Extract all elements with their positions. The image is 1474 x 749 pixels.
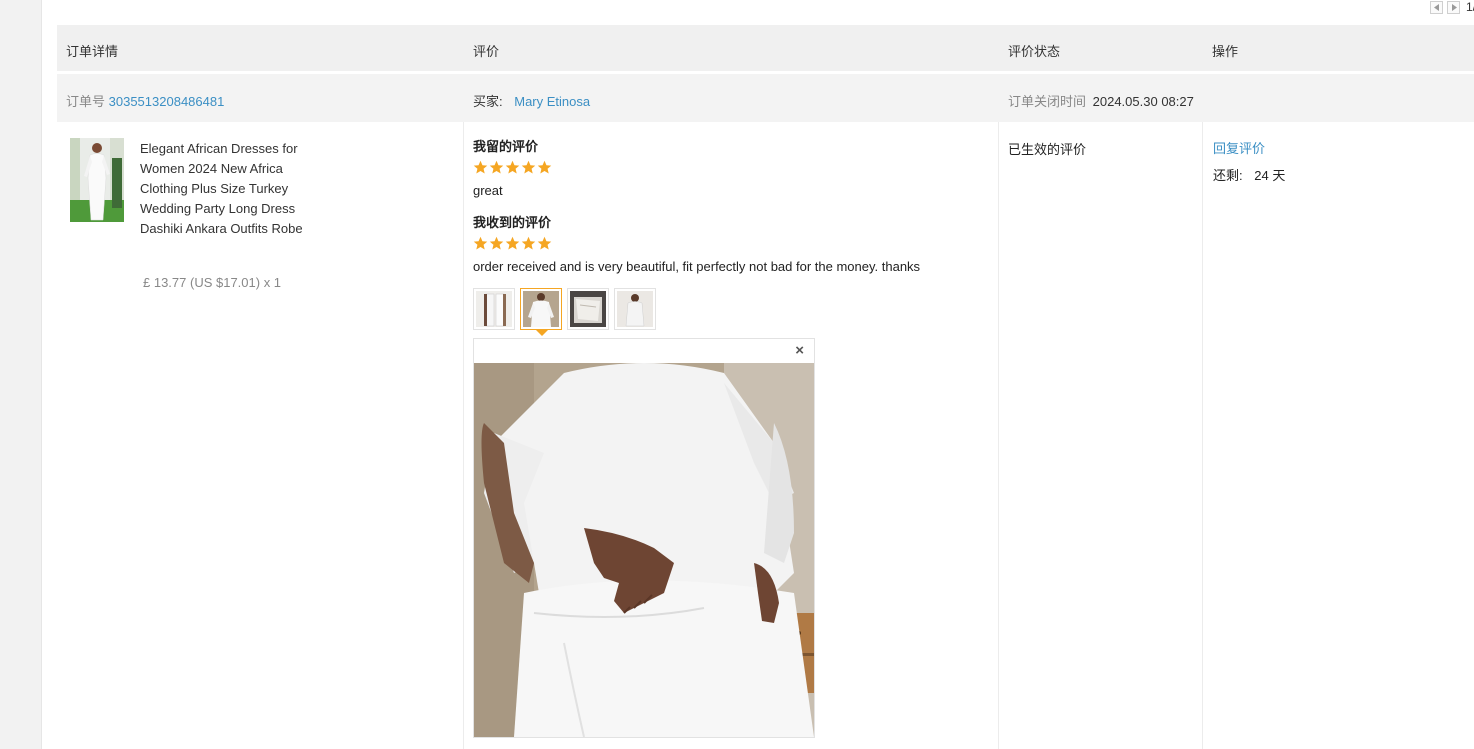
received-review-stars bbox=[473, 236, 993, 252]
star-icon bbox=[505, 160, 520, 174]
review-photo-thumb[interactable] bbox=[473, 288, 515, 330]
remaining-label: 还剩: bbox=[1213, 168, 1243, 183]
prev-page-icon[interactable] bbox=[1430, 0, 1443, 14]
buyer-name-link[interactable]: Mary Etinosa bbox=[514, 94, 590, 109]
review-photo-thumb[interactable] bbox=[614, 288, 656, 330]
reply-review-link[interactable]: 回复评价 bbox=[1213, 138, 1265, 157]
review-section: 我留的评价 great 我收到的评价 order received and is… bbox=[473, 136, 993, 274]
left-gutter bbox=[0, 0, 42, 749]
column-divider bbox=[1202, 122, 1203, 749]
star-icon bbox=[537, 160, 552, 174]
column-divider bbox=[998, 122, 999, 749]
pager: 1/ bbox=[1430, 0, 1474, 14]
star-icon bbox=[489, 236, 504, 250]
close-icon[interactable]: × bbox=[795, 343, 804, 358]
closed-time-group: 订单关闭时间 2024.05.30 08:27 bbox=[1008, 91, 1194, 110]
review-photo-thumb[interactable] bbox=[567, 288, 609, 330]
order-info-row: 订单号 3035513208486481 买家: Mary Etinosa 订单… bbox=[57, 74, 1474, 122]
product-thumbnail[interactable] bbox=[70, 138, 124, 222]
closed-time-label: 订单关闭时间 bbox=[1008, 94, 1087, 109]
header-review: 评价 bbox=[473, 44, 500, 59]
closed-time-value: 2024.05.30 08:27 bbox=[1092, 94, 1194, 109]
review-photo-strip bbox=[473, 288, 656, 330]
remaining-value: 24 天 bbox=[1254, 168, 1286, 183]
star-icon bbox=[489, 160, 504, 174]
star-icon bbox=[521, 236, 536, 250]
next-page-icon[interactable] bbox=[1447, 0, 1460, 14]
photo-viewer-toolbar: × bbox=[474, 339, 814, 363]
my-review-stars bbox=[473, 160, 993, 176]
order-number-link[interactable]: 3035513208486481 bbox=[109, 94, 225, 109]
remaining-time: 还剩: 24 天 bbox=[1213, 165, 1285, 184]
review-status-text: 已生效的评价 bbox=[1008, 142, 1087, 157]
selected-photo-pointer bbox=[535, 329, 549, 336]
my-review-heading: 我留的评价 bbox=[473, 139, 539, 154]
table-header: 订单详情 评价 评价状态 操作 bbox=[57, 25, 1474, 71]
star-icon bbox=[537, 236, 552, 250]
header-review-status: 评价状态 bbox=[1008, 44, 1061, 59]
column-divider bbox=[463, 122, 464, 749]
header-action: 操作 bbox=[1212, 44, 1239, 59]
star-icon bbox=[521, 160, 536, 174]
order-number-label: 订单号 bbox=[66, 94, 106, 109]
star-icon bbox=[505, 236, 520, 250]
my-review-text: great bbox=[473, 183, 503, 198]
photo-viewer: × bbox=[473, 338, 815, 738]
order-number-group: 订单号 3035513208486481 bbox=[66, 91, 224, 110]
buyer-group: 买家: Mary Etinosa bbox=[473, 91, 590, 110]
star-icon bbox=[473, 160, 488, 174]
review-photo-thumb-selected[interactable] bbox=[520, 288, 562, 330]
product-title-link[interactable]: Elegant African Dresses for Women 2024 N… bbox=[140, 139, 325, 239]
received-review-heading: 我收到的评价 bbox=[473, 215, 552, 230]
review-photo-large bbox=[474, 363, 814, 737]
page-indicator: 1/ bbox=[1466, 0, 1474, 14]
product-price: £ 13.77 (US $17.01) x 1 bbox=[143, 275, 282, 290]
buyer-label: 买家: bbox=[473, 94, 503, 109]
header-order-details: 订单详情 bbox=[66, 44, 119, 59]
star-icon bbox=[473, 236, 488, 250]
received-review-text: order received and is very beautiful, fi… bbox=[473, 259, 921, 274]
